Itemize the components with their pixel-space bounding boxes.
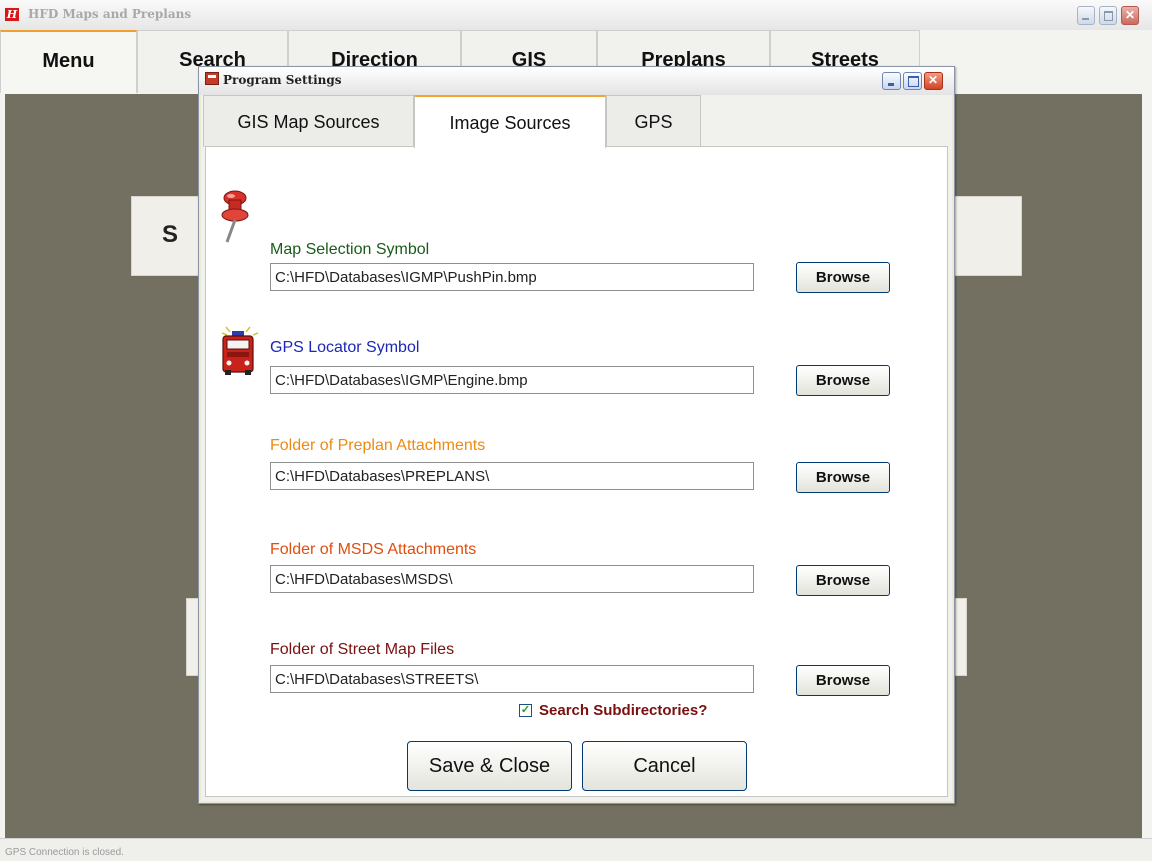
map-selection-symbol-input[interactable] <box>270 263 754 291</box>
app-minimize-button[interactable] <box>1077 6 1095 25</box>
dialog-body: GIS Map Sources Image Sources GPS Map Se… <box>201 95 952 801</box>
background-card-lower-right[interactable] <box>955 598 967 676</box>
dialog-title: Program Settings <box>223 73 342 87</box>
browse-gps-locator-symbol-button[interactable]: Browse <box>796 365 890 396</box>
settings-icon <box>205 72 219 85</box>
push-pin-icon <box>218 188 252 249</box>
program-settings-dialog: Program Settings GIS Map Sources Image S… <box>198 66 955 804</box>
browse-street-map-files-button[interactable]: Browse <box>796 665 890 696</box>
street-map-files-input[interactable] <box>270 665 754 693</box>
search-subdirectories-checkbox[interactable]: ✓ <box>519 704 532 717</box>
street-map-files-label: Folder of Street Map Files <box>270 641 455 658</box>
browse-map-selection-symbol-button[interactable]: Browse <box>796 262 890 293</box>
tab-menu[interactable]: Menu <box>0 30 137 93</box>
gps-locator-symbol-input[interactable] <box>270 366 754 394</box>
gps-status-text: GPS Connection is closed. <box>5 847 124 858</box>
app-titlebar: H HFD Maps and Preplans <box>0 0 1152 31</box>
dialog-close-button[interactable] <box>924 72 943 90</box>
browse-msds-attachments-button[interactable]: Browse <box>796 565 890 596</box>
image-sources-panel: Map Selection Symbol Browse <box>205 146 948 797</box>
app-logo-icon: H <box>5 8 19 21</box>
save-close-button[interactable]: Save & Close <box>407 741 572 791</box>
map-selection-symbol-label: Map Selection Symbol <box>270 241 430 258</box>
app-title: HFD Maps and Preplans <box>28 7 192 21</box>
gps-locator-symbol-label: GPS Locator Symbol <box>270 339 420 356</box>
background-card-right[interactable] <box>950 196 1022 276</box>
cancel-button[interactable]: Cancel <box>582 741 747 791</box>
app-close-button[interactable] <box>1121 6 1139 25</box>
search-subdirectories-label: Search Subdirectories? <box>539 702 708 719</box>
app-restore-button[interactable] <box>1099 6 1117 25</box>
preplan-attachments-label: Folder of Preplan Attachments <box>270 437 486 454</box>
fire-engine-icon <box>218 325 262 382</box>
dialog-titlebar[interactable]: Program Settings <box>199 67 954 95</box>
status-bar: GPS Connection is closed. <box>0 838 1152 861</box>
msds-attachments-label: Folder of MSDS Attachments <box>270 541 477 558</box>
background-card-label: S <box>162 221 179 248</box>
preplan-attachments-input[interactable] <box>270 462 754 490</box>
msds-attachments-input[interactable] <box>270 565 754 593</box>
dialog-minimize-button[interactable] <box>882 72 901 90</box>
tab-gis-map-sources[interactable]: GIS Map Sources <box>203 95 414 147</box>
browse-preplan-attachments-button[interactable]: Browse <box>796 462 890 493</box>
tab-image-sources[interactable]: Image Sources <box>414 95 606 148</box>
dialog-maximize-button[interactable] <box>903 72 922 90</box>
tab-gps[interactable]: GPS <box>606 95 701 147</box>
